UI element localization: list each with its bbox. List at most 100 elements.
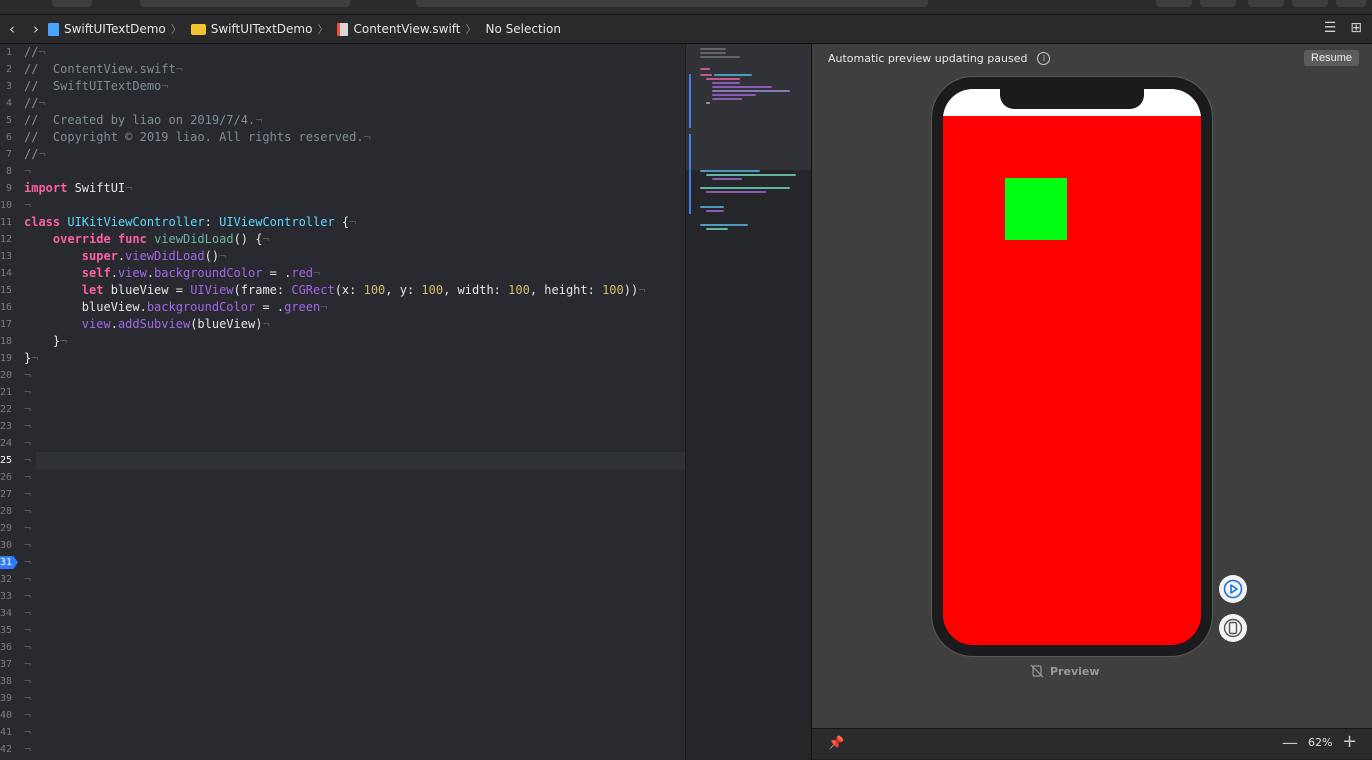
code-line[interactable]: import SwiftUI¬ xyxy=(24,180,132,197)
code-line[interactable]: //¬ xyxy=(24,146,46,163)
breadcrumb-file[interactable]: ContentView.swift 〉 xyxy=(337,21,481,37)
line-number[interactable]: 31 xyxy=(0,557,12,568)
code-line[interactable]: let blueView = UIView(frame: CGRect(x: 1… xyxy=(24,282,646,299)
live-preview-button[interactable] xyxy=(1219,575,1247,603)
line-number[interactable]: 14 xyxy=(0,268,12,279)
resume-button[interactable]: Resume xyxy=(1304,50,1359,66)
code-line[interactable]: ¬ xyxy=(24,622,31,639)
line-number[interactable]: 22 xyxy=(0,404,12,415)
code-line[interactable]: ¬ xyxy=(24,163,31,180)
code-line[interactable]: ¬ xyxy=(24,418,31,435)
code-line[interactable]: blueView.backgroundColor = .green¬ xyxy=(24,299,328,316)
line-number[interactable]: 21 xyxy=(0,387,12,398)
code-line[interactable]: ¬ xyxy=(24,673,31,690)
line-number[interactable]: 15 xyxy=(0,285,12,296)
line-number[interactable]: 36 xyxy=(0,642,12,653)
line-number[interactable]: 25 xyxy=(0,455,12,466)
breadcrumb-selection[interactable]: No Selection xyxy=(486,22,561,36)
code-line[interactable]: super.viewDidLoad()¬ xyxy=(24,248,227,265)
line-number[interactable]: 32 xyxy=(0,574,12,585)
line-number[interactable]: 37 xyxy=(0,659,12,670)
line-number[interactable]: 38 xyxy=(0,676,12,687)
code-line[interactable]: ¬ xyxy=(24,537,31,554)
code-line[interactable]: override func viewDidLoad() {¬ xyxy=(24,231,270,248)
code-line[interactable]: ¬ xyxy=(24,639,31,656)
line-number[interactable]: 29 xyxy=(0,523,12,534)
code-line[interactable]: ¬ xyxy=(24,588,31,605)
code-line[interactable]: ¬ xyxy=(24,469,31,486)
line-number[interactable]: 6 xyxy=(0,132,12,143)
line-number[interactable]: 33 xyxy=(0,591,12,602)
adjust-editor-options-icon[interactable]: ☰ xyxy=(1324,20,1337,36)
line-number[interactable]: 12 xyxy=(0,234,12,245)
zoom-in-icon[interactable]: + xyxy=(1342,731,1357,752)
code-line[interactable]: ¬ xyxy=(24,503,31,520)
line-number[interactable]: 13 xyxy=(0,251,12,262)
line-number[interactable]: 27 xyxy=(0,489,12,500)
line-number[interactable]: 26 xyxy=(0,472,12,483)
line-number[interactable]: 40 xyxy=(0,710,12,721)
info-icon[interactable]: i xyxy=(1037,51,1051,65)
line-number[interactable]: 11 xyxy=(0,217,12,228)
code-line[interactable]: ¬ xyxy=(24,554,31,571)
line-number[interactable]: 23 xyxy=(0,421,12,432)
code-line[interactable]: ¬ xyxy=(24,724,31,741)
forward-chevron-icon[interactable]: › xyxy=(24,20,48,38)
line-number[interactable]: 39 xyxy=(0,693,12,704)
line-number[interactable]: 3 xyxy=(0,81,12,92)
code-line[interactable]: ¬ xyxy=(24,435,31,452)
code-line[interactable]: //¬ xyxy=(24,95,46,112)
line-number[interactable]: 7 xyxy=(0,149,12,160)
minimap-visible-region[interactable] xyxy=(686,44,811,170)
code-line[interactable]: ¬ xyxy=(24,197,31,214)
code-line[interactable]: ¬ xyxy=(24,690,31,707)
code-line[interactable]: }¬ xyxy=(24,350,38,367)
zoom-level[interactable]: 62% xyxy=(1308,736,1332,749)
code-line[interactable]: //¬ xyxy=(24,44,46,61)
line-number[interactable]: 5 xyxy=(0,115,12,126)
breadcrumb-project[interactable]: SwiftUITextDemo 〉 xyxy=(48,21,187,37)
code-line[interactable]: view.addSubview(blueView)¬ xyxy=(24,316,270,333)
code-line[interactable]: // Created by liao on 2019/7/4.¬ xyxy=(24,112,262,129)
pin-icon[interactable]: 📌 xyxy=(828,736,844,751)
code-line[interactable]: self.view.backgroundColor = .red¬ xyxy=(24,265,320,282)
line-number[interactable]: 41 xyxy=(0,727,12,738)
source-editor[interactable]: 1 2 3 4 5 6 7 8 9 10 11 12 13 14 15 16 17 18 19 20 21 22 23 24 2… xyxy=(0,44,685,760)
code-line[interactable]: ¬ xyxy=(24,486,31,503)
line-number[interactable]: 19 xyxy=(0,353,12,364)
line-number[interactable]: 35 xyxy=(0,625,12,636)
line-number[interactable]: 20 xyxy=(0,370,12,381)
code-line[interactable]: ¬ xyxy=(24,707,31,724)
code-line[interactable]: // Copyright © 2019 liao. All rights res… xyxy=(24,129,371,146)
line-number[interactable]: 24 xyxy=(0,438,12,449)
code-line[interactable]: ¬ xyxy=(24,384,31,401)
line-number[interactable]: 30 xyxy=(0,540,12,551)
code-line[interactable]: ¬ xyxy=(24,656,31,673)
add-editor-icon[interactable]: ⊞ xyxy=(1350,20,1362,36)
preview-name-label[interactable]: Preview xyxy=(1030,664,1100,678)
code-line[interactable]: ¬ xyxy=(24,741,31,758)
line-number[interactable]: 1 xyxy=(0,47,12,58)
code-line[interactable]: class UIKitViewController: UIViewControl… xyxy=(24,214,356,231)
line-number[interactable]: 10 xyxy=(0,200,12,211)
line-number[interactable]: 16 xyxy=(0,302,12,313)
line-number[interactable]: 28 xyxy=(0,506,12,517)
zoom-out-icon[interactable]: — xyxy=(1282,733,1298,752)
minimap[interactable] xyxy=(685,44,811,760)
line-number[interactable]: 9 xyxy=(0,183,12,194)
code-line[interactable]: ¬ xyxy=(24,401,31,418)
code-line[interactable]: ¬ xyxy=(24,605,31,622)
line-number[interactable]: 17 xyxy=(0,319,12,330)
line-number[interactable]: 8 xyxy=(0,166,12,177)
code-line[interactable]: ¬ xyxy=(24,367,31,384)
line-number[interactable]: 4 xyxy=(0,98,12,109)
code-line[interactable]: ¬ xyxy=(24,520,31,537)
device-screen[interactable] xyxy=(943,89,1201,645)
line-number[interactable]: 34 xyxy=(0,608,12,619)
code-line[interactable]: // ContentView.swift¬ xyxy=(24,61,183,78)
back-chevron-icon[interactable]: ‹ xyxy=(0,20,24,38)
line-number[interactable]: 42 xyxy=(0,744,12,755)
code-line[interactable]: ¬ xyxy=(24,452,31,469)
code-line[interactable]: }¬ xyxy=(24,333,67,350)
preview-on-device-button[interactable] xyxy=(1219,614,1247,642)
